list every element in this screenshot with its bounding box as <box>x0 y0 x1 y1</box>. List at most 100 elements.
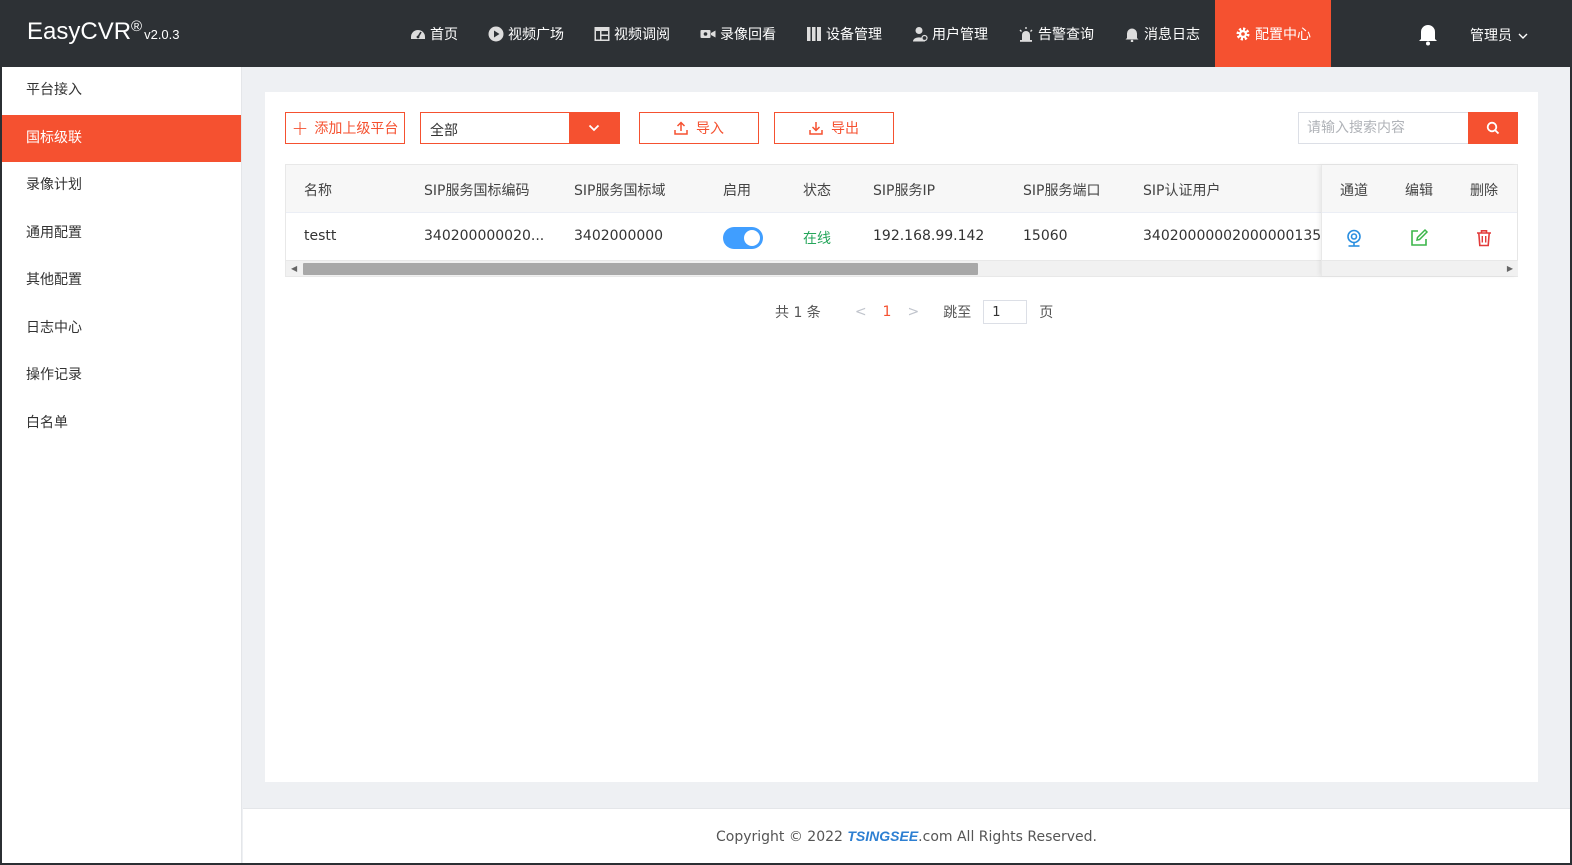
app-logo[interactable]: EasyCVR® v2.0.3 <box>27 18 180 46</box>
cell-name: testt <box>304 228 337 244</box>
col-header-name: 名称 <box>304 183 332 199</box>
search-icon <box>1486 121 1500 135</box>
bell-icon <box>1125 28 1139 42</box>
pagination-total: 共 1 条 <box>775 305 821 321</box>
chevron-down-icon <box>588 124 600 132</box>
user-name: 管理员 <box>1470 28 1512 44</box>
download-icon <box>809 122 823 135</box>
import-button[interactable]: 导入 <box>639 112 759 144</box>
col-header-sip-code: SIP服务国标编码 <box>424 183 530 199</box>
brand-logo[interactable]: TSINGSEE <box>847 828 918 844</box>
nav-message-log[interactable]: 消息日志 <box>1109 0 1215 67</box>
alarm-icon <box>1019 26 1033 42</box>
nav-device[interactable]: 设备管理 <box>791 0 897 67</box>
sidebar-item-operation-log[interactable]: 操作记录 <box>2 352 241 400</box>
chevron-down-icon <box>1518 33 1528 39</box>
pagination-page-suffix: 页 <box>1039 305 1054 321</box>
top-bar: EasyCVR® v2.0.3 首页 视频广场 视频调阅 录像回看 设备管理 用户… <box>0 0 1572 67</box>
delete-icon[interactable] <box>1474 228 1494 248</box>
nav-alarm[interactable]: 告警查询 <box>1003 0 1109 67</box>
scrollbar-track-right: ▶ <box>1322 260 1518 276</box>
scroll-right-arrow-icon[interactable]: ▶ <box>1507 264 1513 273</box>
col-header-delete: 删除 <box>1470 183 1498 199</box>
col-header-sip-user: SIP认证用户 <box>1143 183 1221 199</box>
nav-label: 设备管理 <box>826 26 882 43</box>
nav-label: 首页 <box>430 26 458 43</box>
copyright-prefix: Copyright © 2022 <box>715 829 848 845</box>
cell-sip-ip: 192.168.99.142 <box>873 228 985 244</box>
col-header-enabled: 启用 <box>723 183 751 199</box>
play-circle-icon <box>488 26 504 41</box>
cell-sip-user: 34020000002000000135 <box>1143 228 1322 244</box>
layout-icon <box>594 26 610 41</box>
copyright-suffix: .com All Rights Reserved. <box>918 829 1097 845</box>
dashboard-icon <box>411 29 425 39</box>
nav-config-center[interactable]: 配置中心 <box>1215 0 1331 67</box>
upload-icon <box>674 121 688 135</box>
nav-label: 用户管理 <box>932 26 988 43</box>
notification-bell-icon[interactable] <box>1413 22 1443 46</box>
col-header-edit: 编辑 <box>1405 183 1433 199</box>
add-superior-platform-button[interactable]: + 添加上级平台 <box>285 112 405 144</box>
button-label: 导出 <box>831 121 859 137</box>
pagination-goto-input[interactable] <box>983 300 1028 324</box>
search-input[interactable] <box>1298 112 1468 144</box>
sidebar-item-platform-access[interactable]: 平台接入 <box>2 67 241 115</box>
sidebar: 平台接入 国标级联 录像计划 通用配置 其他配置 日志中心 操作记录 白名单 <box>2 67 242 863</box>
sidebar-item-record-plan[interactable]: 录像计划 <box>2 162 241 210</box>
pagination: 共 1 条 < 1 > 跳至 页 <box>775 300 1053 324</box>
horizontal-scrollbar[interactable]: ◀ <box>286 260 1321 276</box>
nav-label: 录像回看 <box>720 26 776 43</box>
sidebar-item-whitelist[interactable]: 白名单 <box>2 400 241 448</box>
nav-video-view[interactable]: 视频调阅 <box>579 0 685 67</box>
nav-label: 视频调阅 <box>614 26 670 43</box>
col-header-sip-domain: SIP服务国标域 <box>574 183 666 199</box>
pagination-page-1[interactable]: 1 <box>883 304 892 320</box>
main-nav: 首页 视频广场 视频调阅 录像回看 设备管理 用户管理 告警查询 消息日志 配置… <box>395 0 1331 67</box>
nav-playback[interactable]: 录像回看 <box>685 0 791 67</box>
nav-label: 配置中心 <box>1255 26 1311 43</box>
select-value: 全部 <box>430 123 458 139</box>
channel-icon[interactable] <box>1344 228 1364 248</box>
scroll-left-arrow-icon[interactable]: ◀ <box>291 264 297 273</box>
pagination-goto-label: 跳至 <box>943 305 972 321</box>
sidebar-item-gb-cascade[interactable]: 国标级联 <box>2 114 241 162</box>
sidebar-item-general-config[interactable]: 通用配置 <box>2 210 241 258</box>
button-label: 导入 <box>696 121 724 137</box>
cell-sip-domain: 3402000000 <box>574 228 664 244</box>
col-header-channel: 通道 <box>1340 183 1368 199</box>
select-arrow[interactable] <box>569 113 619 143</box>
col-header-sip-ip: SIP服务IP <box>873 183 936 199</box>
cascade-table: 名称 SIP服务国标编码 SIP服务国标域 启用 状态 SIP服务IP SIP服… <box>285 164 1518 277</box>
user-menu[interactable]: 管理员 <box>1470 25 1528 45</box>
footer: Copyright © 2022 TSINGSEE.com All Rights… <box>243 808 1570 863</box>
enabled-toggle[interactable] <box>723 227 763 249</box>
nav-user[interactable]: 用户管理 <box>897 0 1003 67</box>
device-icon <box>807 26 821 41</box>
nav-label: 告警查询 <box>1038 26 1094 43</box>
plus-icon: + <box>291 116 309 140</box>
main-card: + 添加上级平台 全部 导入 导出 名称 SIP服务国标编码 SIP服务国标域 … <box>265 92 1538 782</box>
fixed-action-columns: 通道 编辑 删除 ▶ <box>1321 165 1518 276</box>
col-header-sip-port: SIP服务端口 <box>1023 183 1101 199</box>
filter-select[interactable]: 全部 <box>420 112 620 144</box>
sidebar-item-other-config[interactable]: 其他配置 <box>2 257 241 305</box>
search-button[interactable] <box>1468 112 1518 144</box>
edit-icon[interactable] <box>1409 228 1429 248</box>
nav-label: 视频广场 <box>508 26 564 43</box>
status-badge: 在线 <box>803 231 831 247</box>
pagination-next-icon[interactable]: > <box>907 304 919 320</box>
nav-video-square[interactable]: 视频广场 <box>473 0 579 67</box>
cell-sip-port: 15060 <box>1023 228 1068 244</box>
user-icon <box>913 26 928 41</box>
gear-icon <box>1236 27 1250 40</box>
cell-sip-code: 340200000020... <box>424 228 545 244</box>
col-header-status: 状态 <box>803 183 831 199</box>
video-camera-icon <box>700 29 716 38</box>
nav-home[interactable]: 首页 <box>395 0 473 67</box>
button-label: 添加上级平台 <box>314 121 399 137</box>
sidebar-item-log-center[interactable]: 日志中心 <box>2 305 241 353</box>
pagination-prev-icon[interactable]: < <box>855 304 867 320</box>
scrollbar-thumb[interactable] <box>303 263 978 275</box>
export-button[interactable]: 导出 <box>774 112 894 144</box>
